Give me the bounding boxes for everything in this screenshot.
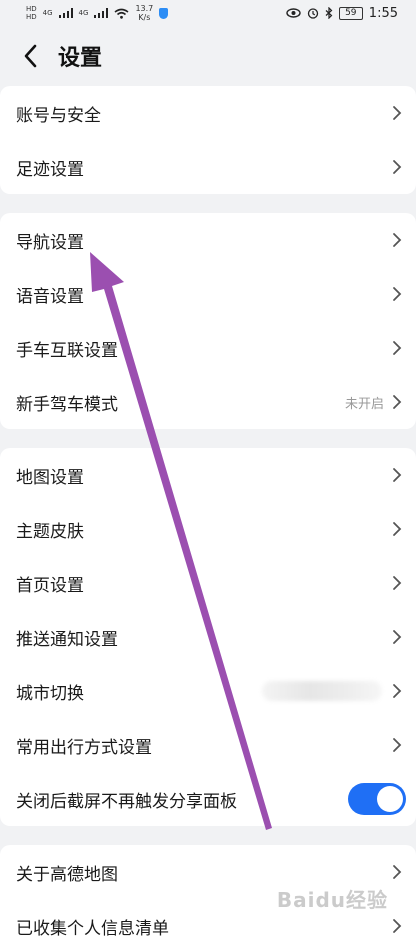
settings-item-label: 常用出行方式设置 [16, 737, 152, 758]
bluetooth-icon [325, 7, 333, 19]
settings-item-label: 新手驾车模式 [16, 394, 118, 415]
settings-group-map: 地图设置 主题皮肤 首页设置 推送通知设置 城市切换 常用出行方式设置 关闭后截… [0, 448, 416, 826]
settings-item-push-notifications[interactable]: 推送通知设置 [0, 610, 416, 664]
battery-icon: 59 [338, 6, 363, 20]
settings-item-label: 地图设置 [16, 467, 84, 488]
settings-item-label: 语音设置 [16, 286, 84, 307]
settings-item-label: 关闭后截屏不再触发分享面板 [16, 791, 237, 812]
network-label-hd: HD HD [26, 5, 37, 21]
settings-item-label: 导航设置 [16, 232, 84, 253]
status-bar-left: HD HD 4G 4G 13.7 K/s [26, 4, 169, 22]
settings-item-car-link[interactable]: 手车互联设置 [0, 321, 416, 375]
page-header: 设置 [0, 28, 416, 84]
settings-group-account: 账号与安全 足迹设置 [0, 86, 416, 194]
settings-item-novice-mode[interactable]: 新手驾车模式 未开启 [0, 375, 416, 429]
status-bar-right: 59 1:55 [286, 6, 398, 21]
chevron-right-icon [392, 340, 402, 356]
chevron-right-icon [392, 105, 402, 121]
network-speed: 13.7 K/s [135, 4, 154, 22]
network-label-4g-1: 4G [42, 9, 53, 17]
eye-icon [286, 8, 301, 18]
settings-item-homepage[interactable]: 首页设置 [0, 556, 416, 610]
settings-item-label: 关于高德地图 [16, 864, 118, 885]
settings-item-label: 推送通知设置 [16, 629, 118, 650]
settings-item-label: 足迹设置 [16, 159, 84, 180]
settings-item-label: 账号与安全 [16, 105, 101, 126]
settings-item-footprint[interactable]: 足迹设置 [0, 140, 416, 194]
status-time: 1:55 [368, 5, 398, 21]
novice-mode-status: 未开启 [344, 396, 384, 412]
settings-item-theme[interactable]: 主题皮肤 [0, 502, 416, 556]
settings-item-map[interactable]: 地图设置 [0, 448, 416, 502]
settings-group-navigation: 导航设置 语音设置 手车互联设置 新手驾车模式 未开启 [0, 213, 416, 429]
chevron-right-icon [392, 232, 402, 248]
city-value-blurred [262, 681, 382, 701]
back-button[interactable] [8, 34, 52, 78]
chevron-left-icon [24, 44, 37, 68]
settings-item-label: 首页设置 [16, 575, 84, 596]
settings-item-label: 主题皮肤 [16, 521, 84, 542]
alarm-icon [307, 8, 318, 19]
screenshot-share-toggle[interactable] [348, 783, 406, 815]
security-shield-icon [159, 7, 169, 19]
settings-item-city-switch[interactable]: 城市切换 [0, 664, 416, 718]
chevron-right-icon [392, 521, 402, 537]
signal-icon-2 [94, 8, 109, 18]
status-bar: HD HD 4G 4G 13.7 K/s 59 1:55 [0, 0, 416, 26]
chevron-right-icon [392, 467, 402, 483]
chevron-right-icon [392, 737, 402, 753]
settings-item-account-security[interactable]: 账号与安全 [0, 86, 416, 140]
chevron-right-icon [392, 918, 402, 934]
settings-item-voice[interactable]: 语音设置 [0, 267, 416, 321]
page-title: 设置 [58, 46, 103, 71]
chevron-right-icon [392, 286, 402, 302]
settings-item-label: 已收集个人信息清单 [16, 918, 169, 939]
settings-item-navigation[interactable]: 导航设置 [0, 213, 416, 267]
signal-icon [58, 8, 73, 18]
settings-item-label: 城市切换 [16, 683, 84, 704]
settings-item-label: 手车互联设置 [16, 340, 118, 361]
chevron-right-icon [392, 394, 402, 410]
chevron-right-icon [392, 864, 402, 880]
chevron-right-icon [392, 629, 402, 645]
chevron-right-icon [392, 683, 402, 699]
settings-item-travel-mode[interactable]: 常用出行方式设置 [0, 718, 416, 772]
wifi-icon [114, 8, 129, 19]
chevron-right-icon [392, 575, 402, 591]
network-label-4g-2: 4G [78, 9, 89, 17]
watermark: Baidu经验 [276, 888, 388, 912]
settings-item-screenshot-share: 关闭后截屏不再触发分享面板 [0, 772, 416, 826]
chevron-right-icon [392, 159, 402, 175]
